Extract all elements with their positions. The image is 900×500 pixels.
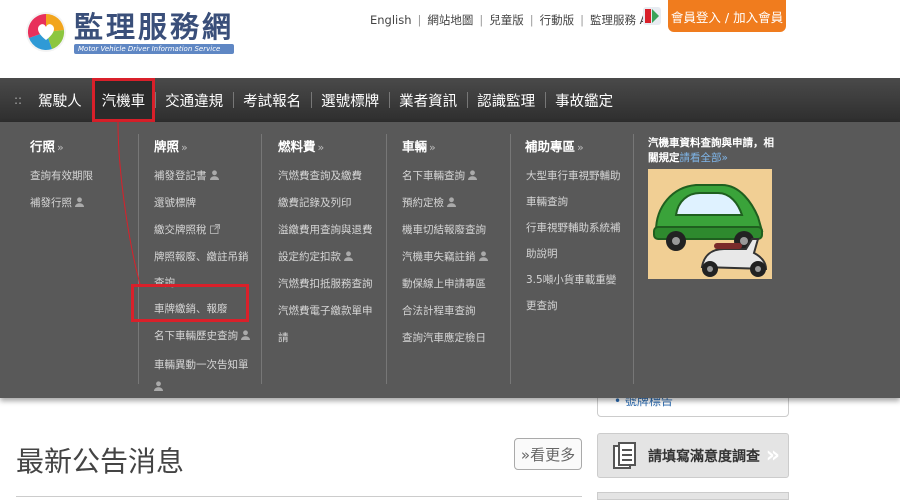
survey-label: 請填寫滿意度調查 — [648, 448, 760, 465]
member-only-icon — [154, 381, 163, 391]
divider: | — [479, 13, 484, 27]
divider — [386, 134, 387, 384]
promo-text: 汽機車資料查詢與申請，相關規定請看全部» — [648, 137, 774, 164]
nav-item-accident[interactable]: 事故鑑定 — [545, 78, 623, 122]
more-news-button[interactable]: »看更多 — [514, 438, 582, 470]
member-only-icon — [241, 330, 250, 340]
menu-link[interactable]: 名下車輛歷史查詢 — [154, 323, 254, 350]
menu-link[interactable]: 大型車行車視野輔助車輛查詢 — [520, 163, 624, 215]
nav-menu-handle-icon[interactable]: :: — [14, 93, 22, 107]
menu-link[interactable]: 合法計程車查詢 — [402, 298, 502, 325]
member-only-icon — [344, 251, 353, 261]
document-icon — [613, 441, 636, 469]
double-chevron-right-icon: » — [765, 443, 780, 468]
divider — [633, 134, 634, 384]
menu-column-vehicles: 車輛» 名下車輛查詢 預約定檢 機車切結報廢查詢 汽機車失竊註銷 動保線上申請專… — [402, 136, 502, 352]
divider: | — [580, 13, 585, 27]
menu-link[interactable]: 動保線上申請專區 — [402, 271, 502, 298]
menu-column-license: 行照» 查詢有效期限 補發行照 — [30, 136, 130, 217]
car-scooter-illustration[interactable] — [648, 169, 772, 279]
member-only-icon — [447, 197, 456, 207]
vehicle-mega-menu: 行照» 查詢有效期限 補發行照 牌照» 補發登記書 還號標牌 繳交牌照稅 牌照報… — [0, 122, 900, 398]
link-mobile[interactable]: 行動版 — [540, 12, 575, 28]
survey-button[interactable]: 請填寫滿意度調查 » — [597, 433, 789, 478]
external-link-icon — [209, 224, 220, 234]
divider — [16, 496, 582, 497]
menu-heading-fuel-fee[interactable]: 燃料費» — [278, 136, 378, 155]
menu-link[interactable]: 汽燃費電子繳款單申請 — [278, 298, 378, 352]
link-english[interactable]: English — [370, 13, 412, 27]
divider — [138, 134, 139, 384]
divider — [510, 134, 511, 384]
menu-link[interactable]: 機車切結報廢查詢 — [402, 217, 502, 244]
menu-heading-license[interactable]: 行照» — [30, 136, 130, 155]
nav-item-business[interactable]: 業者資訊 — [389, 78, 467, 122]
app-store-icon[interactable] — [643, 7, 661, 25]
promo-link[interactable]: 請看全部» — [680, 152, 728, 164]
divider: | — [529, 13, 534, 27]
logo-subtitle: Motor Vehicle Driver Information Service — [74, 44, 235, 54]
menu-heading-vehicles[interactable]: 車輛» — [402, 136, 502, 155]
menu-link[interactable]: 行車視野輔助系統補助說明 — [520, 215, 624, 267]
menu-link[interactable]: 設定約定扣款 — [278, 244, 378, 271]
highlight-box — [131, 284, 249, 322]
nav-item-vehicle[interactable]: 汽機車 — [91, 78, 156, 122]
menu-link[interactable]: 補發行照 — [30, 190, 130, 217]
menu-link[interactable]: 3.5噸小貨車載重變更查詢 — [520, 267, 624, 319]
menu-link[interactable]: 汽燃費查詢及繳費 — [278, 163, 378, 190]
site-logo[interactable]: 監理服務網 Motor Vehicle Driver Information S… — [24, 10, 235, 54]
main-nav: :: 駕駛人 汽機車 交通違規 考試報名 選號標牌 業者資訊 認識監理 事故鑑定 — [0, 78, 900, 122]
menu-heading-plates[interactable]: 牌照» — [154, 136, 254, 155]
news-title: 最新公告消息 — [16, 445, 185, 478]
menu-link[interactable]: 繳交牌照稅 — [154, 217, 254, 244]
menu-link[interactable]: 查詢有效期限 — [30, 163, 130, 190]
menu-column-fuel-fee: 燃料費» 汽燃費查詢及繳費 繳費記錄及列印 溢繳費用查詢與退費 設定約定扣款 汽… — [278, 136, 378, 352]
login-button[interactable]: 會員登入 / 加入會員 — [668, 0, 786, 32]
side-panel-bottom — [597, 492, 789, 500]
nav-item-about[interactable]: 認識監理 — [467, 78, 545, 122]
menu-link[interactable]: 溢繳費用查詢與退費 — [278, 217, 378, 244]
member-only-icon — [209, 170, 219, 180]
menu-link[interactable]: 查詢汽車應定檢日 — [402, 325, 502, 352]
menu-link[interactable]: 還號標牌 — [154, 190, 254, 217]
divider — [261, 134, 262, 384]
menu-link[interactable]: 汽燃費扣抵服務查詢 — [278, 271, 378, 298]
top-links: English | 網站地圖 | 兒童版 | 行動版 | 監理服務 APP — [370, 12, 661, 28]
menu-link[interactable]: 預約定檢 — [402, 190, 502, 217]
menu-link[interactable]: 名下車輛查詢 — [402, 163, 502, 190]
nav-item-violations[interactable]: 交通違規 — [155, 78, 233, 122]
menu-link[interactable]: 車輛異動一次告知單 — [154, 354, 254, 398]
site-header: 監理服務網 Motor Vehicle Driver Information S… — [0, 0, 900, 78]
member-only-icon — [478, 251, 488, 261]
menu-promo: 汽機車資料查詢與申請，相關規定請看全部» — [648, 136, 776, 283]
logo-title: 監理服務網 — [74, 10, 235, 44]
nav-item-exam[interactable]: 考試報名 — [233, 78, 311, 122]
menu-link[interactable]: 繳費記錄及列印 — [278, 190, 378, 217]
link-sitemap[interactable]: 網站地圖 — [427, 12, 473, 28]
divider: | — [417, 13, 422, 27]
member-only-icon — [75, 197, 84, 207]
nav-item-plates[interactable]: 選號標牌 — [311, 78, 389, 122]
menu-link[interactable]: 汽機車失竊註銷 — [402, 244, 502, 271]
nav-item-driver[interactable]: 駕駛人 — [28, 78, 92, 122]
menu-heading-subsidies[interactable]: 補助專區» — [525, 136, 624, 155]
menu-column-subsidies: 補助專區» 大型車行車視野輔助車輛查詢 行車視野輔助系統補助說明 3.5噸小貨車… — [520, 136, 624, 319]
logo-mark-icon — [26, 12, 66, 52]
member-only-icon — [468, 170, 477, 180]
menu-column-plates: 牌照» 補發登記書 還號標牌 繳交牌照稅 牌照報廢、繳註吊銷查詢 車牌繳銷、報廢… — [154, 136, 254, 398]
link-kids[interactable]: 兒童版 — [489, 12, 524, 28]
menu-link[interactable]: 補發登記書 — [154, 163, 254, 190]
